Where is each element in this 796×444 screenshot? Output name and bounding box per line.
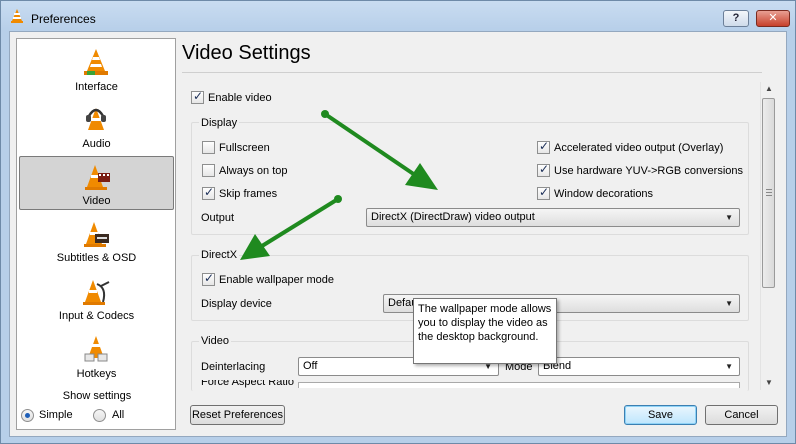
enable-video-checkbox[interactable]: [191, 89, 204, 104]
accelerated-output-checkbox[interactable]: [537, 139, 550, 154]
sidebar-item-label: Input & Codecs: [58, 310, 135, 322]
window-decorations-checkbox[interactable]: [537, 185, 550, 200]
hardware-yuv-checkbox[interactable]: [537, 162, 550, 177]
sidebar-item-interface[interactable]: Interface: [19, 43, 174, 97]
aspect-ratio-input[interactable]: [298, 382, 740, 388]
skip-frames-label: Skip frames: [219, 188, 278, 200]
subtitles-cone-icon: [84, 222, 109, 247]
hotkeys-cone-icon: [84, 336, 108, 362]
display-legend: Display: [199, 117, 240, 129]
sidebar-item-label: Hotkeys: [76, 368, 117, 380]
chevron-down-icon: ▼: [725, 362, 733, 371]
simple-radio[interactable]: [21, 409, 34, 422]
scroll-down-icon[interactable]: ▼: [761, 376, 777, 390]
vlc-cone-icon: [84, 49, 108, 75]
sidebar-item-label: Subtitles & OSD: [56, 252, 137, 264]
wallpaper-mode-checkbox[interactable]: [202, 271, 215, 286]
mode-select[interactable]: Blend ▼: [538, 357, 740, 376]
chevron-down-icon: ▼: [725, 299, 733, 308]
scrollbar-thumb[interactable]: [762, 98, 775, 288]
grip-icon: [766, 189, 772, 196]
sidebar-item-audio[interactable]: Audio: [19, 100, 174, 154]
aspect-ratio-label: Force Aspect Ratio: [201, 380, 294, 388]
sidebar-item-video[interactable]: Video: [19, 156, 174, 210]
simple-radio-label: Simple: [39, 409, 73, 421]
title-bar[interactable]: Preferences ? ✕: [1, 1, 795, 31]
display-device-label: Display device: [201, 298, 272, 310]
show-settings-legend: Show settings: [23, 390, 171, 402]
sidebar-item-hotkeys[interactable]: Hotkeys: [19, 330, 174, 384]
sidebar-item-label: Audio: [82, 138, 111, 150]
page-title: Video Settings: [182, 42, 311, 64]
save-button[interactable]: Save: [624, 405, 697, 425]
sidebar-item-label: Interface: [75, 81, 118, 93]
film-cone-icon: [85, 165, 110, 190]
window-title: Preferences: [31, 12, 96, 26]
headphones-cone-icon: [86, 108, 106, 130]
sidebar-item-subtitles[interactable]: Subtitles & OSD: [19, 214, 174, 268]
help-button[interactable]: ?: [723, 10, 749, 27]
directx-legend: DirectX: [199, 249, 240, 261]
deinterlacing-value: Off: [303, 360, 318, 372]
all-radio[interactable]: [93, 409, 106, 422]
all-radio-label: All: [112, 409, 125, 421]
skip-frames-checkbox[interactable]: [202, 185, 215, 200]
title-divider: [182, 72, 762, 73]
wallpaper-tooltip: The wallpaper mode allows you to display…: [413, 298, 557, 364]
fullscreen-label: Fullscreen: [219, 142, 270, 154]
scroll-up-icon[interactable]: ▲: [761, 82, 777, 96]
always-on-top-checkbox[interactable]: [202, 164, 215, 177]
cancel-button[interactable]: Cancel: [705, 405, 778, 425]
accelerated-output-label: Accelerated video output (Overlay): [554, 142, 724, 154]
output-label: Output: [201, 212, 235, 224]
hardware-yuv-label: Use hardware YUV->RGB conversions: [554, 165, 744, 177]
always-on-top-label: Always on top: [219, 165, 288, 177]
video-legend: Video: [199, 335, 231, 347]
window-decorations-label: Window decorations: [554, 188, 654, 200]
output-select-value: DirectX (DirectDraw) video output: [371, 211, 535, 223]
deinterlacing-label: Deinterlacing: [201, 361, 266, 373]
vlc-cone-icon: [11, 9, 23, 23]
fullscreen-checkbox[interactable]: [202, 141, 215, 154]
settings-scrollbar[interactable]: ▲ ▼: [760, 82, 776, 390]
output-select[interactable]: DirectX (DirectDraw) video output ▼: [366, 208, 740, 227]
wallpaper-mode-label: Enable wallpaper mode: [219, 274, 334, 286]
chevron-down-icon: ▼: [725, 213, 733, 222]
category-sidebar: Interface Audio Video Subtitles & OSD In…: [16, 38, 176, 430]
clipped-row: Force Aspect Ratio: [182, 380, 752, 388]
reset-preferences-button[interactable]: Reset Preferences: [190, 405, 285, 425]
close-button[interactable]: ✕: [756, 10, 790, 27]
sidebar-item-label: Video: [82, 195, 111, 207]
cable-cone-icon: [83, 280, 110, 305]
sidebar-item-input-codecs[interactable]: Input & Codecs: [19, 272, 174, 326]
enable-video-label: Enable video: [208, 92, 272, 104]
